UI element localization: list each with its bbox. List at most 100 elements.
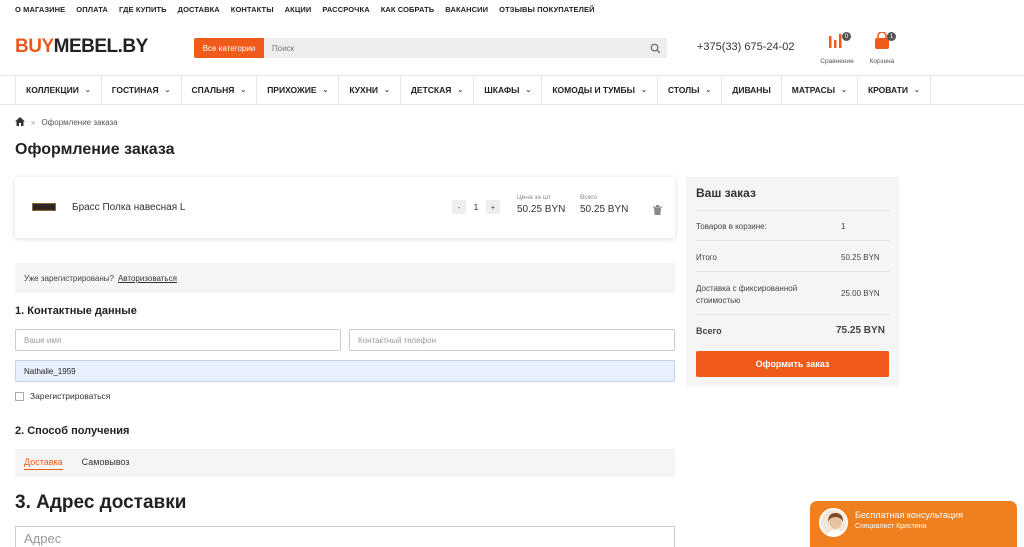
- total-price: 50.25 BYN: [580, 204, 629, 215]
- chevron-down-icon: ⌄: [457, 87, 464, 94]
- address-heading: 3. Адрес доставки: [15, 492, 187, 513]
- chevron-down-icon: ⌄: [164, 87, 171, 94]
- nav-item-7[interactable]: КОМОДЫ И ТУМБЫ ⌄: [542, 76, 658, 104]
- top-link-promotions[interactable]: АКЦИИ: [285, 5, 312, 14]
- product-name[interactable]: Брасс Полка навесная L: [72, 202, 185, 213]
- search-input[interactable]: [264, 38, 643, 58]
- top-link-assembly[interactable]: КАК СОБРАТЬ: [381, 5, 435, 14]
- nav-item-6[interactable]: ШКАФЫ ⌄: [474, 76, 543, 104]
- nav-item-10[interactable]: МАТРАСЫ ⌄: [782, 76, 858, 104]
- top-links: О МАГАЗИНЕ ОПЛАТА ГДЕ КУПИТЬ ДОСТАВКА КО…: [15, 5, 606, 14]
- breadcrumb-separator: »: [31, 118, 36, 127]
- logo-part-2: MEBEL.BY: [53, 36, 149, 57]
- consultation-widget[interactable]: Бесплатная консультация Специалист Крист…: [810, 501, 1017, 547]
- cart-button[interactable]: 1 Корзина: [862, 31, 902, 65]
- total-price-caption: Всего: [580, 194, 598, 201]
- summary-divider: [696, 240, 889, 241]
- top-link-vacancies[interactable]: ВАКАНСИИ: [445, 5, 488, 14]
- total-price-block: Всего 50.25 BYN: [580, 194, 628, 215]
- tab-pickup[interactable]: Самовывоз: [82, 457, 130, 469]
- nav-item-label: СТОЛЫ: [667, 85, 700, 95]
- nav-item-label: ШКАФЫ: [484, 85, 520, 95]
- consultant-avatar: [819, 508, 848, 537]
- compare-label: Сравнение: [820, 58, 854, 65]
- summary-total-label: Всего: [696, 326, 722, 336]
- login-field[interactable]: Nathalie_1959: [15, 360, 675, 382]
- phone-number[interactable]: +375(33) 675-24-02: [697, 41, 795, 53]
- chevron-down-icon: ⌄: [705, 87, 712, 94]
- login-link[interactable]: Авторизоваться: [118, 274, 177, 283]
- top-link-delivery[interactable]: ДОСТАВКА: [178, 5, 220, 14]
- nav-item-8[interactable]: СТОЛЫ ⌄: [658, 76, 723, 104]
- nav-item-label: КОЛЛЕКЦИИ: [26, 85, 79, 95]
- product-image[interactable]: [32, 203, 56, 211]
- summary-divider: [696, 210, 889, 211]
- login-notice: Уже зарегистрированы? Авторизоваться: [15, 263, 675, 293]
- nav-item-label: ГОСТИНАЯ: [111, 85, 159, 95]
- chevron-down-icon: ⌄: [322, 87, 329, 94]
- summary-divider: [696, 314, 889, 315]
- search-icon[interactable]: [643, 38, 667, 58]
- top-link-reviews[interactable]: ОТЗЫВЫ ПОКУПАТЕЛЕЙ: [499, 5, 594, 14]
- compare-button[interactable]: 0 Сравнение: [817, 32, 857, 65]
- summary-subtotal-value: 50.25 BYN: [841, 253, 880, 262]
- nav-item-0[interactable]: КОЛЛЕКЦИИ ⌄: [16, 76, 102, 104]
- summary-items-value: 1: [841, 222, 846, 231]
- chevron-down-icon: ⌄: [914, 87, 920, 94]
- nav-item-label: КУХНИ: [349, 85, 378, 95]
- chevron-down-icon: ⌄: [84, 87, 91, 94]
- page-title: Оформление заказа: [15, 141, 175, 158]
- nav-item-4[interactable]: КУХНИ ⌄: [339, 76, 401, 104]
- chevron-down-icon: ⌄: [841, 87, 847, 94]
- all-categories-button[interactable]: Все категории: [194, 38, 264, 58]
- order-summary: Ваш заказ Товаров в корзине: 1 Итого 50.…: [686, 177, 899, 386]
- consultation-subtitle: Специалист Кристина: [855, 523, 927, 530]
- delivery-tabs: Доставка Самовывоз: [15, 449, 675, 477]
- top-link-payment[interactable]: ОПЛАТА: [76, 5, 108, 14]
- cart-item: Брасс Полка навесная L - 1 + Цена за шт …: [15, 177, 675, 238]
- qty-minus-button[interactable]: -: [452, 200, 466, 214]
- nav-item-label: ДИВАНЫ: [732, 85, 771, 95]
- register-label: Зарегистрироваться: [30, 391, 111, 401]
- home-icon[interactable]: [15, 117, 25, 128]
- top-link-about[interactable]: О МАГАЗИНЕ: [15, 5, 65, 14]
- summary-total-value: 75.25 BYN: [836, 325, 885, 336]
- unit-price-block: Цена за шт 50.25 BYN: [517, 194, 565, 215]
- summary-delivery-value: 25.00 BYN: [841, 289, 880, 298]
- cart-count-badge: 1: [887, 32, 896, 41]
- consultation-title: Бесплатная консультация: [855, 510, 963, 520]
- breadcrumb-current: Оформление заказа: [41, 118, 118, 127]
- nav-item-5[interactable]: ДЕТСКАЯ ⌄: [401, 76, 475, 104]
- name-field[interactable]: Ваше имя: [15, 329, 341, 351]
- site-logo[interactable]: BUYMEBEL.BY: [15, 36, 148, 58]
- nav-item-2[interactable]: СПАЛЬНЯ ⌄: [182, 76, 258, 104]
- place-order-button[interactable]: Оформить заказ: [696, 351, 889, 377]
- phone-field[interactable]: Контактный телефон: [349, 329, 675, 351]
- delivery-heading: 2. Способ получения: [15, 425, 130, 437]
- nav-item-9[interactable]: ДИВАНЫ: [722, 76, 782, 104]
- qty-value[interactable]: 1: [466, 203, 486, 212]
- trash-icon[interactable]: [653, 202, 662, 220]
- summary-heading: Ваш заказ: [696, 186, 756, 200]
- address-field[interactable]: Адрес: [15, 526, 675, 547]
- category-nav-row: КОЛЛЕКЦИИ ⌄ ГОСТИНАЯ ⌄ СПАЛЬНЯ ⌄ ПРИХОЖИЕ ⌄ КУХН…: [15, 76, 931, 104]
- tab-delivery[interactable]: Доставка: [24, 457, 63, 470]
- unit-price: 50.25 BYN: [517, 204, 566, 215]
- register-checkbox-row[interactable]: Зарегистрироваться: [15, 391, 110, 401]
- login-text: Уже зарегистрированы?: [24, 273, 114, 283]
- register-checkbox[interactable]: [15, 391, 24, 401]
- summary-divider: [696, 271, 889, 272]
- top-link-contacts[interactable]: КОНТАКТЫ: [231, 5, 274, 14]
- nav-item-label: КОМОДЫ И ТУМБЫ: [552, 85, 635, 95]
- nav-item-1[interactable]: ГОСТИНАЯ ⌄: [102, 76, 182, 104]
- contact-heading: 1. Контактные данные: [15, 305, 137, 317]
- breadcrumb: » Оформление заказа: [15, 117, 118, 128]
- nav-item-label: ПРИХОЖИЕ: [267, 85, 317, 95]
- top-link-where-to-buy[interactable]: ГДЕ КУПИТЬ: [119, 5, 167, 14]
- nav-item-11[interactable]: КРОВАТИ ⌄: [858, 76, 931, 104]
- top-link-installments[interactable]: РАССРОЧКА: [322, 5, 369, 14]
- nav-item-3[interactable]: ПРИХОЖИЕ ⌄: [257, 76, 340, 104]
- nav-item-label: СПАЛЬНЯ: [191, 85, 235, 95]
- compare-count-badge: 0: [842, 32, 851, 41]
- qty-plus-button[interactable]: +: [486, 200, 500, 214]
